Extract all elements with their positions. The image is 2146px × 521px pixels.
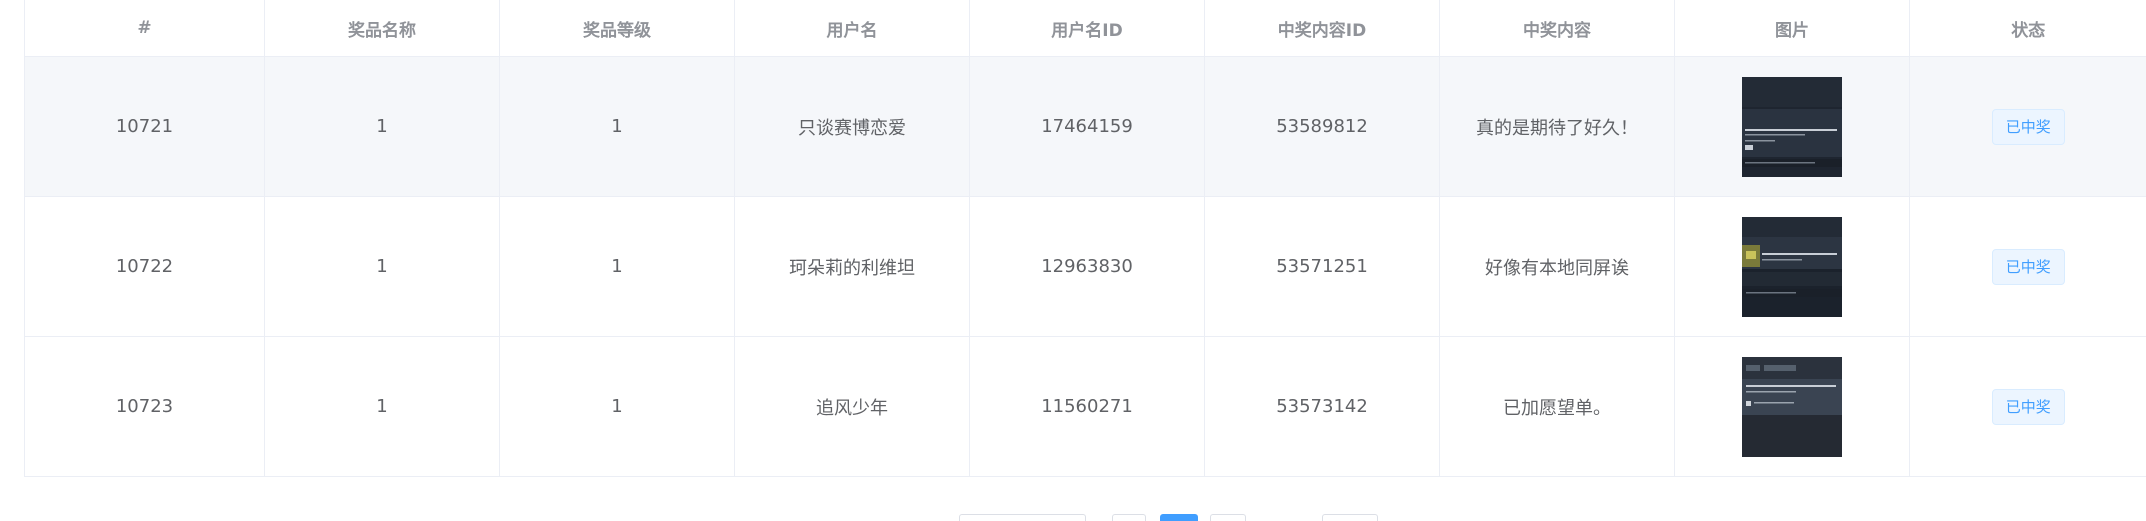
cell-content: 已加愿望单。 bbox=[1439, 336, 1675, 477]
prev-page-button[interactable] bbox=[1112, 514, 1146, 521]
cell-image bbox=[1674, 336, 1910, 477]
cell-content-id: 53589812 bbox=[1204, 56, 1440, 197]
header-content: 中奖内容 bbox=[1439, 0, 1675, 57]
table-row: 10723 1 1 追风少年 11560271 53573142 已加愿望单。 bbox=[24, 336, 2146, 477]
header-prize-level: 奖品等级 bbox=[499, 0, 735, 57]
cell-status: 已中奖 bbox=[1909, 56, 2146, 197]
pagination bbox=[0, 514, 2146, 521]
cell-content: 好像有本地同屏诶 bbox=[1439, 196, 1675, 337]
cell-image bbox=[1674, 196, 1910, 337]
header-user-id: 用户名ID bbox=[969, 0, 1205, 57]
page-jump-input[interactable] bbox=[1322, 514, 1378, 521]
next-page-button[interactable] bbox=[1210, 514, 1246, 521]
page-button-active[interactable] bbox=[1160, 514, 1198, 521]
header-prize-name: 奖品名称 bbox=[264, 0, 500, 57]
cell-content: 真的是期待了好久！ bbox=[1439, 56, 1675, 197]
screenshot-thumbnail[interactable] bbox=[1742, 356, 1842, 457]
cell-username: 只谈赛博恋爱 bbox=[734, 56, 970, 197]
cell-prize-level: 1 bbox=[499, 56, 735, 197]
cell-user-id: 12963830 bbox=[969, 196, 1205, 337]
cell-prize-name: 1 bbox=[264, 56, 500, 197]
cell-content-id: 53573142 bbox=[1204, 336, 1440, 477]
cell-content-id: 53571251 bbox=[1204, 196, 1440, 337]
screenshot-thumbnail[interactable] bbox=[1742, 76, 1842, 177]
cell-prize-name: 1 bbox=[264, 196, 500, 337]
status-badge: 已中奖 bbox=[1991, 108, 2065, 145]
cell-image bbox=[1674, 56, 1910, 197]
header-username: 用户名 bbox=[734, 0, 970, 57]
cell-prize-level: 1 bbox=[499, 336, 735, 477]
cell-username: 珂朵莉的利维坦 bbox=[734, 196, 970, 337]
table-header-row: # 奖品名称 奖品等级 用户名 用户名ID 中奖内容ID 中奖内容 图片 状态 bbox=[24, 0, 2146, 57]
winners-table: # 奖品名称 奖品等级 用户名 用户名ID 中奖内容ID 中奖内容 图片 状态 … bbox=[24, 0, 2146, 477]
cell-prize-name: 1 bbox=[264, 336, 500, 477]
cell-username: 追风少年 bbox=[734, 336, 970, 477]
status-badge: 已中奖 bbox=[1991, 388, 2065, 425]
header-status: 状态 bbox=[1909, 0, 2146, 57]
header-image: 图片 bbox=[1674, 0, 1910, 57]
cell-user-id: 17464159 bbox=[969, 56, 1205, 197]
lottery-winners-page: # 奖品名称 奖品等级 用户名 用户名ID 中奖内容ID 中奖内容 图片 状态 … bbox=[0, 0, 2146, 521]
cell-id: 10721 bbox=[24, 56, 265, 197]
cell-status: 已中奖 bbox=[1909, 196, 2146, 337]
cell-status: 已中奖 bbox=[1909, 336, 2146, 477]
page-size-select[interactable] bbox=[959, 514, 1086, 521]
screenshot-thumbnail[interactable] bbox=[1742, 216, 1842, 317]
cell-prize-level: 1 bbox=[499, 196, 735, 337]
status-badge: 已中奖 bbox=[1991, 248, 2065, 285]
header-id: # bbox=[24, 0, 265, 57]
header-content-id: 中奖内容ID bbox=[1204, 0, 1440, 57]
cell-id: 10723 bbox=[24, 336, 265, 477]
cell-user-id: 11560271 bbox=[969, 336, 1205, 477]
cell-id: 10722 bbox=[24, 196, 265, 337]
table-row: 10722 1 1 珂朵莉的利维坦 12963830 53571251 好像有本… bbox=[24, 196, 2146, 337]
table-row: 10721 1 1 只谈赛博恋爱 17464159 53589812 真的是期待… bbox=[24, 56, 2146, 197]
